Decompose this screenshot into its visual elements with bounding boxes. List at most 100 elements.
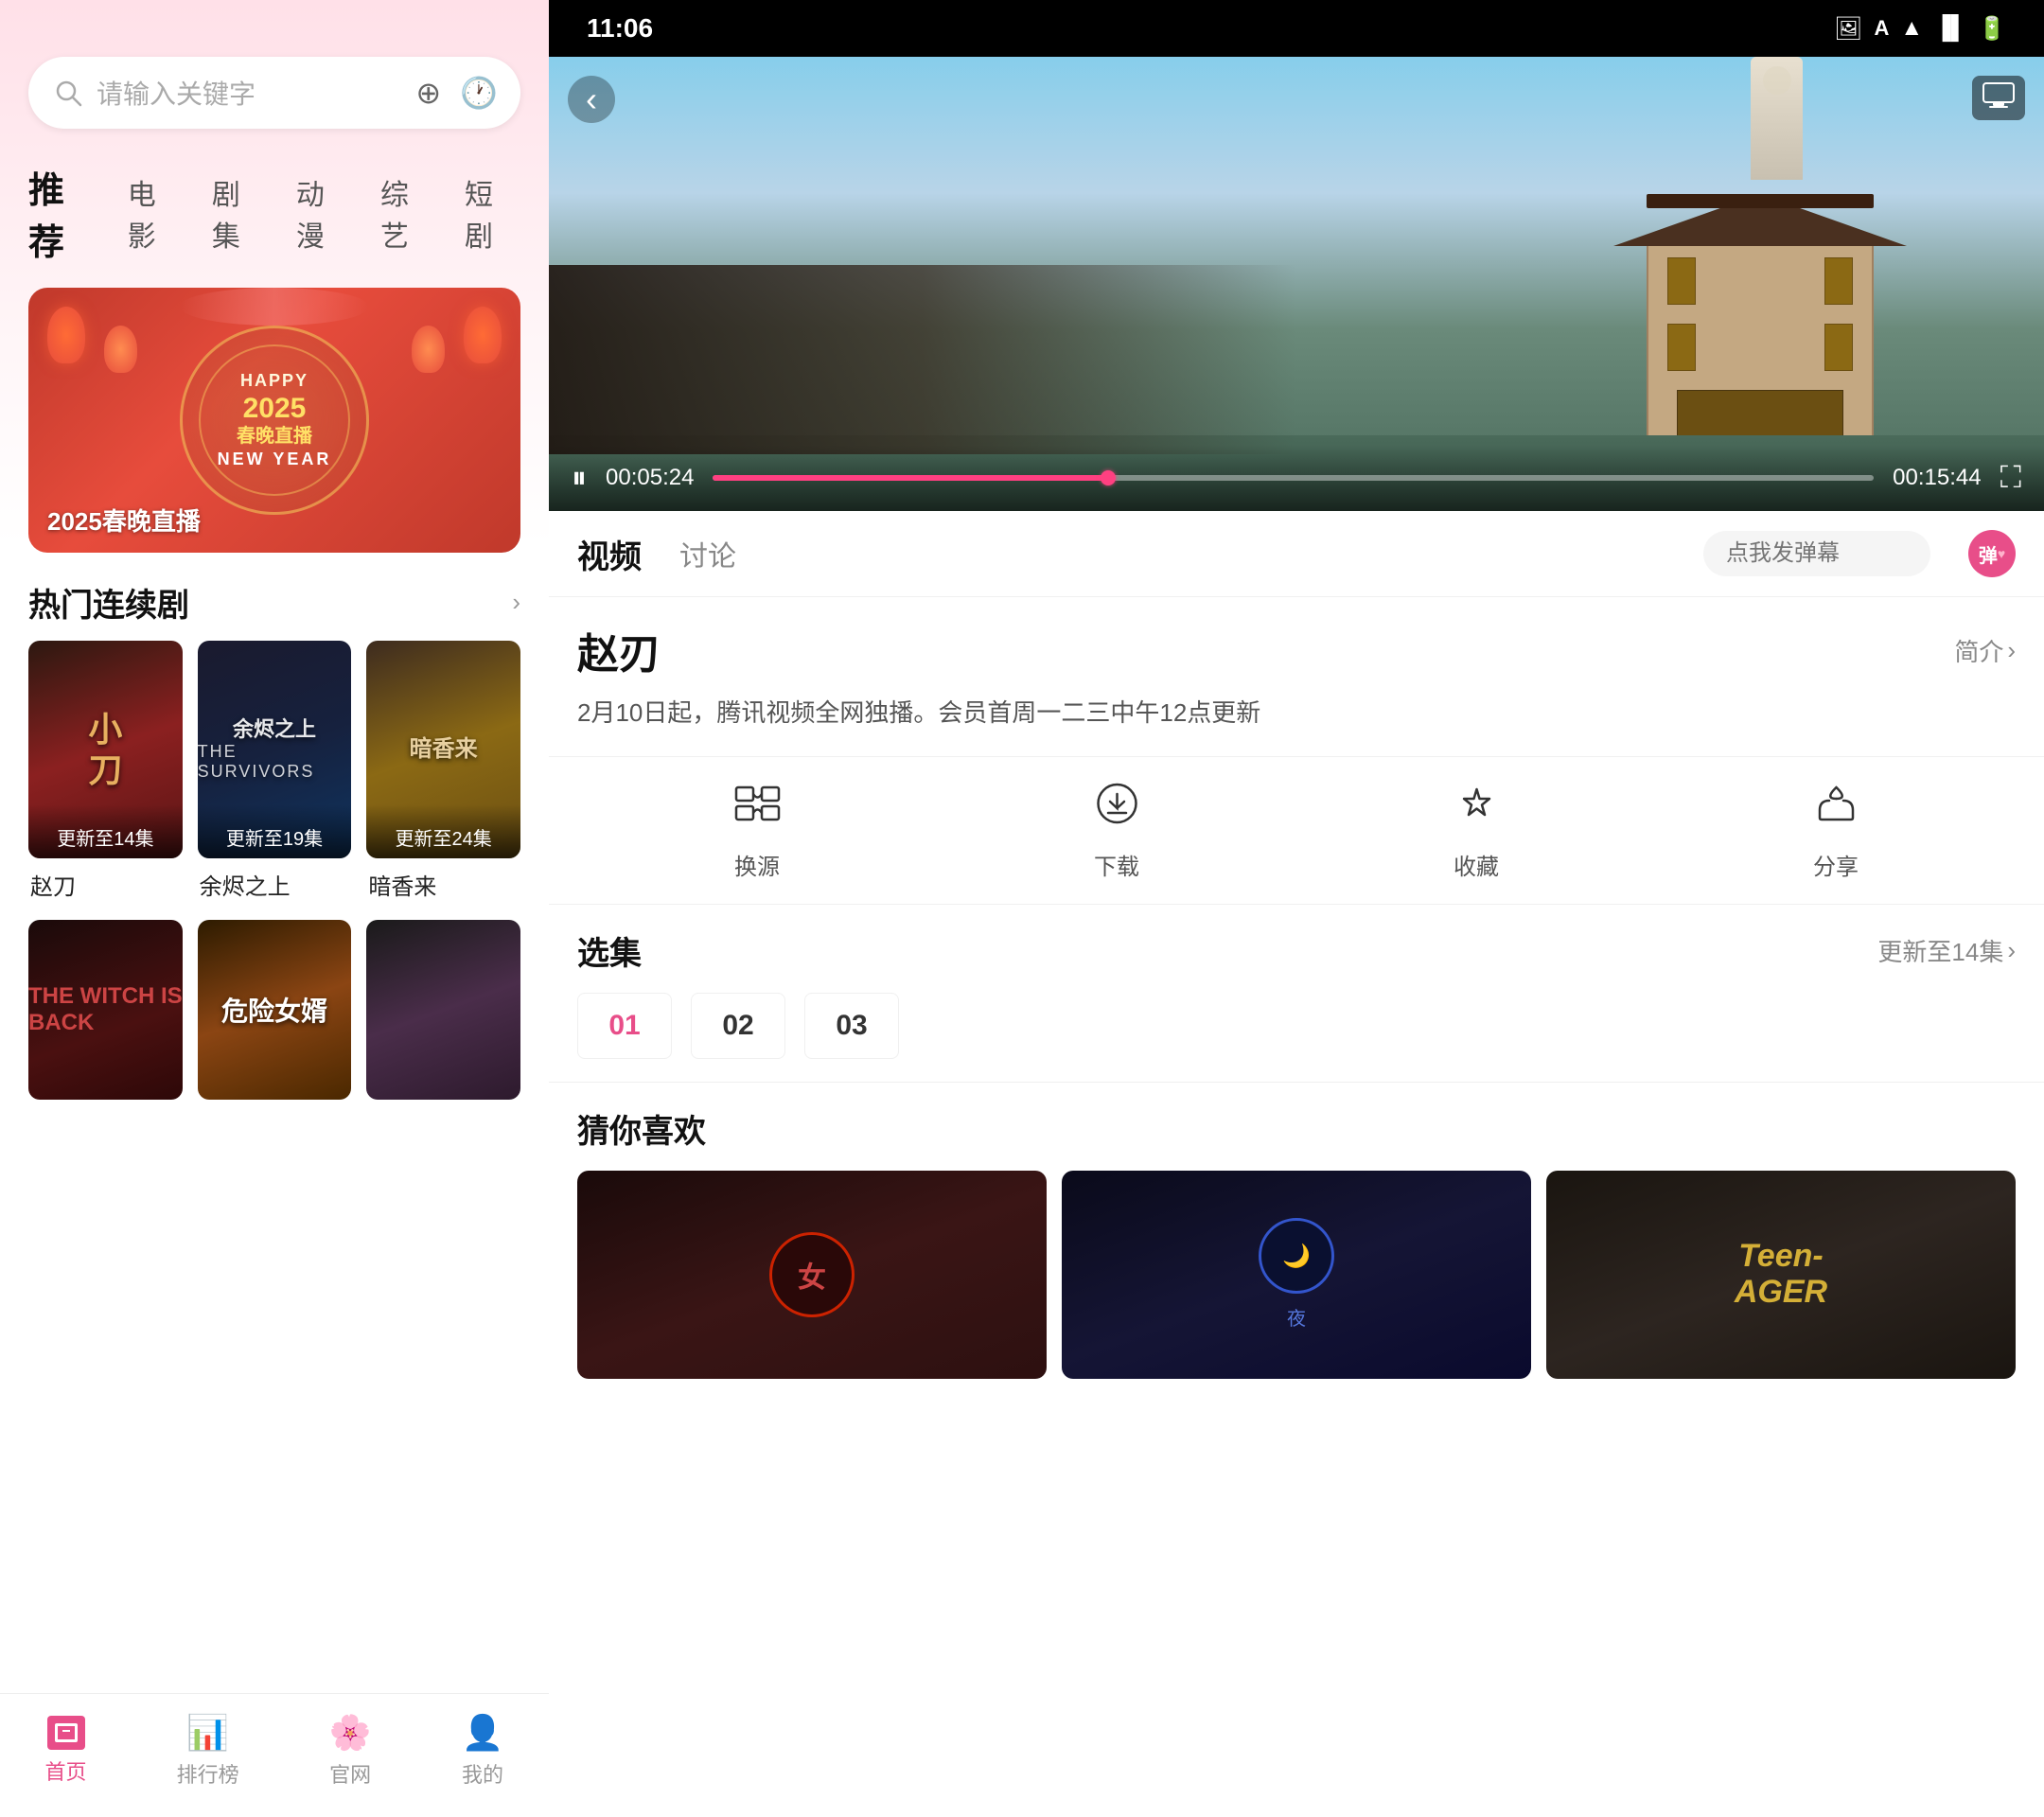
drama-title-2: 余烬之上: [198, 868, 352, 901]
drama-card-5[interactable]: 危险女婿: [198, 920, 352, 1100]
current-time: 00:05:24: [606, 465, 694, 491]
nav-item-home[interactable]: 首页: [45, 1716, 87, 1786]
nav-item-official[interactable]: 🌸 官网: [329, 1713, 372, 1789]
building: [1628, 170, 1893, 454]
recommend-card-1[interactable]: 女: [577, 1171, 1047, 1379]
rank-icon: 📊: [186, 1713, 229, 1753]
drama-bg-3: 暗香来 更新至24集: [366, 641, 520, 858]
drama-grid-row2: THE WITCH IS BACK 危险女婿: [0, 901, 549, 1100]
drama-thumb-2: 余烬之上 THE SURVIVORS 更新至19集: [198, 641, 352, 858]
episode-item-1[interactable]: 01: [577, 993, 672, 1059]
action-share[interactable]: 分享: [1810, 780, 1862, 881]
wifi-icon: ▲: [1900, 15, 1923, 42]
fullscreen-button[interactable]: ⛶: [2000, 460, 2021, 496]
drama-thumb-4: THE WITCH IS BACK: [28, 920, 183, 1100]
video-scene: [549, 57, 2044, 511]
nav-item-rank[interactable]: 📊 排行榜: [177, 1713, 239, 1789]
drama-bg-4: THE WITCH IS BACK: [28, 920, 183, 1100]
episode-update[interactable]: 更新至14集 ›: [1877, 933, 2016, 968]
episode-update-arrow: ›: [2007, 936, 2016, 965]
search-bar[interactable]: 请输入关键字 ⊕ 🕐: [28, 57, 520, 129]
barrage-badge[interactable]: 弹 ♥: [1968, 530, 2016, 577]
download-icon: [1091, 780, 1143, 838]
video-player[interactable]: ‹ ⏸ 00:05:24 00:15:44 ⛶: [549, 57, 2044, 511]
recommend-card-2[interactable]: 🌙 夜: [1062, 1171, 1531, 1379]
tab-discussion[interactable]: 讨论: [679, 533, 736, 574]
play-pause-button[interactable]: ⏸: [572, 460, 587, 496]
show-info: 赵刃 简介 › 2月10日起，腾讯视频全网独播。会员首周一二三中午12点更新: [549, 597, 2044, 757]
progress-fill: [713, 475, 1107, 481]
status-bar: 11:06 🖼 A ▲ ▐▌ 🔋: [549, 0, 2044, 57]
mine-icon: 👤: [462, 1713, 504, 1753]
show-description: 2月10日起，腾讯视频全网独播。会员首周一二三中午12点更新: [577, 694, 2016, 733]
nav-label-home: 首页: [45, 1755, 87, 1786]
right-panel: 11:06 🖼 A ▲ ▐▌ 🔋: [549, 0, 2044, 1817]
bottom-nav: 首页 📊 排行榜 🌸 官网 👤 我的: [0, 1693, 549, 1817]
content-tabs: 视频 讨论 弹 ♥: [549, 511, 2044, 597]
drama-card-4[interactable]: THE WITCH IS BACK: [28, 920, 183, 1100]
banner-label: 2025春晚直播: [47, 503, 201, 538]
history-icon[interactable]: 🕐: [460, 75, 498, 111]
banner[interactable]: HAPPY 2025 春晚直播 NEW YEAR 2025春晚直播: [28, 288, 520, 553]
episode-title: 选集: [577, 927, 642, 974]
drama-card-2[interactable]: 余烬之上 THE SURVIVORS 更新至19集 余烬之上: [198, 641, 352, 901]
back-button[interactable]: ‹: [568, 76, 615, 123]
tab-video[interactable]: 视频: [577, 531, 642, 577]
intro-arrow: ›: [2007, 636, 2016, 665]
section-more-hot[interactable]: ›: [512, 588, 520, 617]
show-title: 赵刃: [577, 620, 661, 680]
drama-card-6[interactable]: [366, 920, 520, 1100]
barrage-input[interactable]: [1703, 531, 1930, 576]
show-intro-link[interactable]: 简介 ›: [1954, 633, 2016, 668]
search-placeholder[interactable]: 请输入关键字: [97, 74, 415, 112]
drama-bg-6: [366, 920, 520, 1100]
search-actions: ⊕ 🕐: [415, 75, 498, 111]
recommend-title: 猜你喜欢: [577, 1105, 2016, 1152]
signal-icon: ▐▌: [1934, 15, 1966, 42]
episode-list: 01 02 03: [577, 993, 2016, 1059]
recommend-card-3[interactable]: Teen-AGER: [1546, 1171, 2016, 1379]
status-time: 11:06: [587, 13, 653, 44]
video-controls: ⏸ 00:05:24 00:15:44 ⛶: [549, 445, 2044, 511]
action-download[interactable]: 下载: [1091, 780, 1143, 881]
drama-bg-1: 小 刀 更新至14集: [28, 641, 183, 858]
action-buttons: 换源 下载 收藏: [549, 757, 2044, 905]
tab-short[interactable]: 短剧: [465, 168, 520, 258]
episode-item-2[interactable]: 02: [691, 993, 785, 1059]
tv-button[interactable]: [1972, 76, 2025, 120]
nav-item-mine[interactable]: 👤 我的: [462, 1713, 504, 1789]
home-icon: [47, 1716, 85, 1750]
tab-drama[interactable]: 剧集: [212, 168, 268, 258]
action-favorite[interactable]: 收藏: [1451, 780, 1503, 881]
official-icon: 🌸: [329, 1713, 372, 1753]
nav-label-rank: 排行榜: [177, 1758, 239, 1789]
tab-variety[interactable]: 综艺: [380, 168, 436, 258]
action-label-share: 分享: [1813, 848, 1859, 881]
drama-thumb-3: 暗香来 更新至24集: [366, 641, 520, 858]
share-icon: [1810, 780, 1862, 838]
action-label-source: 换源: [734, 848, 780, 881]
total-time: 00:15:44: [1893, 465, 1981, 491]
episode-update-text: 更新至14集: [1877, 933, 2003, 968]
drama-card-1[interactable]: 小 刀 更新至14集 赵刀: [28, 641, 183, 901]
tab-movie[interactable]: 电影: [128, 168, 184, 258]
drama-title-3: 暗香来: [366, 868, 520, 901]
status-icons: 🖼 A ▲ ▐▌ 🔋: [1834, 15, 2006, 43]
search-icon: [51, 76, 85, 110]
drama-update-1: 更新至14集: [28, 804, 183, 858]
drama-update-3: 更新至24集: [366, 804, 520, 858]
download-icon[interactable]: ⊕: [415, 75, 441, 111]
action-label-download: 下载: [1094, 848, 1139, 881]
drama-update-2: 更新至19集: [198, 804, 352, 858]
battery-icon: 🔋: [1978, 15, 2006, 43]
episode-item-3[interactable]: 03: [804, 993, 899, 1059]
drama-card-3[interactable]: 暗香来 更新至24集 暗香来: [366, 641, 520, 901]
progress-bar[interactable]: [713, 475, 1874, 481]
source-icon: [731, 780, 784, 838]
nav-tabs: 推荐 电影 剧集 动漫 综艺 短剧: [0, 148, 549, 278]
tab-recommend[interactable]: 推荐: [28, 157, 99, 269]
section-title-hot: 热门连续剧: [28, 579, 189, 626]
action-source[interactable]: 换源: [731, 780, 784, 881]
drama-thumb-1: 小 刀 更新至14集: [28, 641, 183, 858]
tab-anime[interactable]: 动漫: [296, 168, 352, 258]
